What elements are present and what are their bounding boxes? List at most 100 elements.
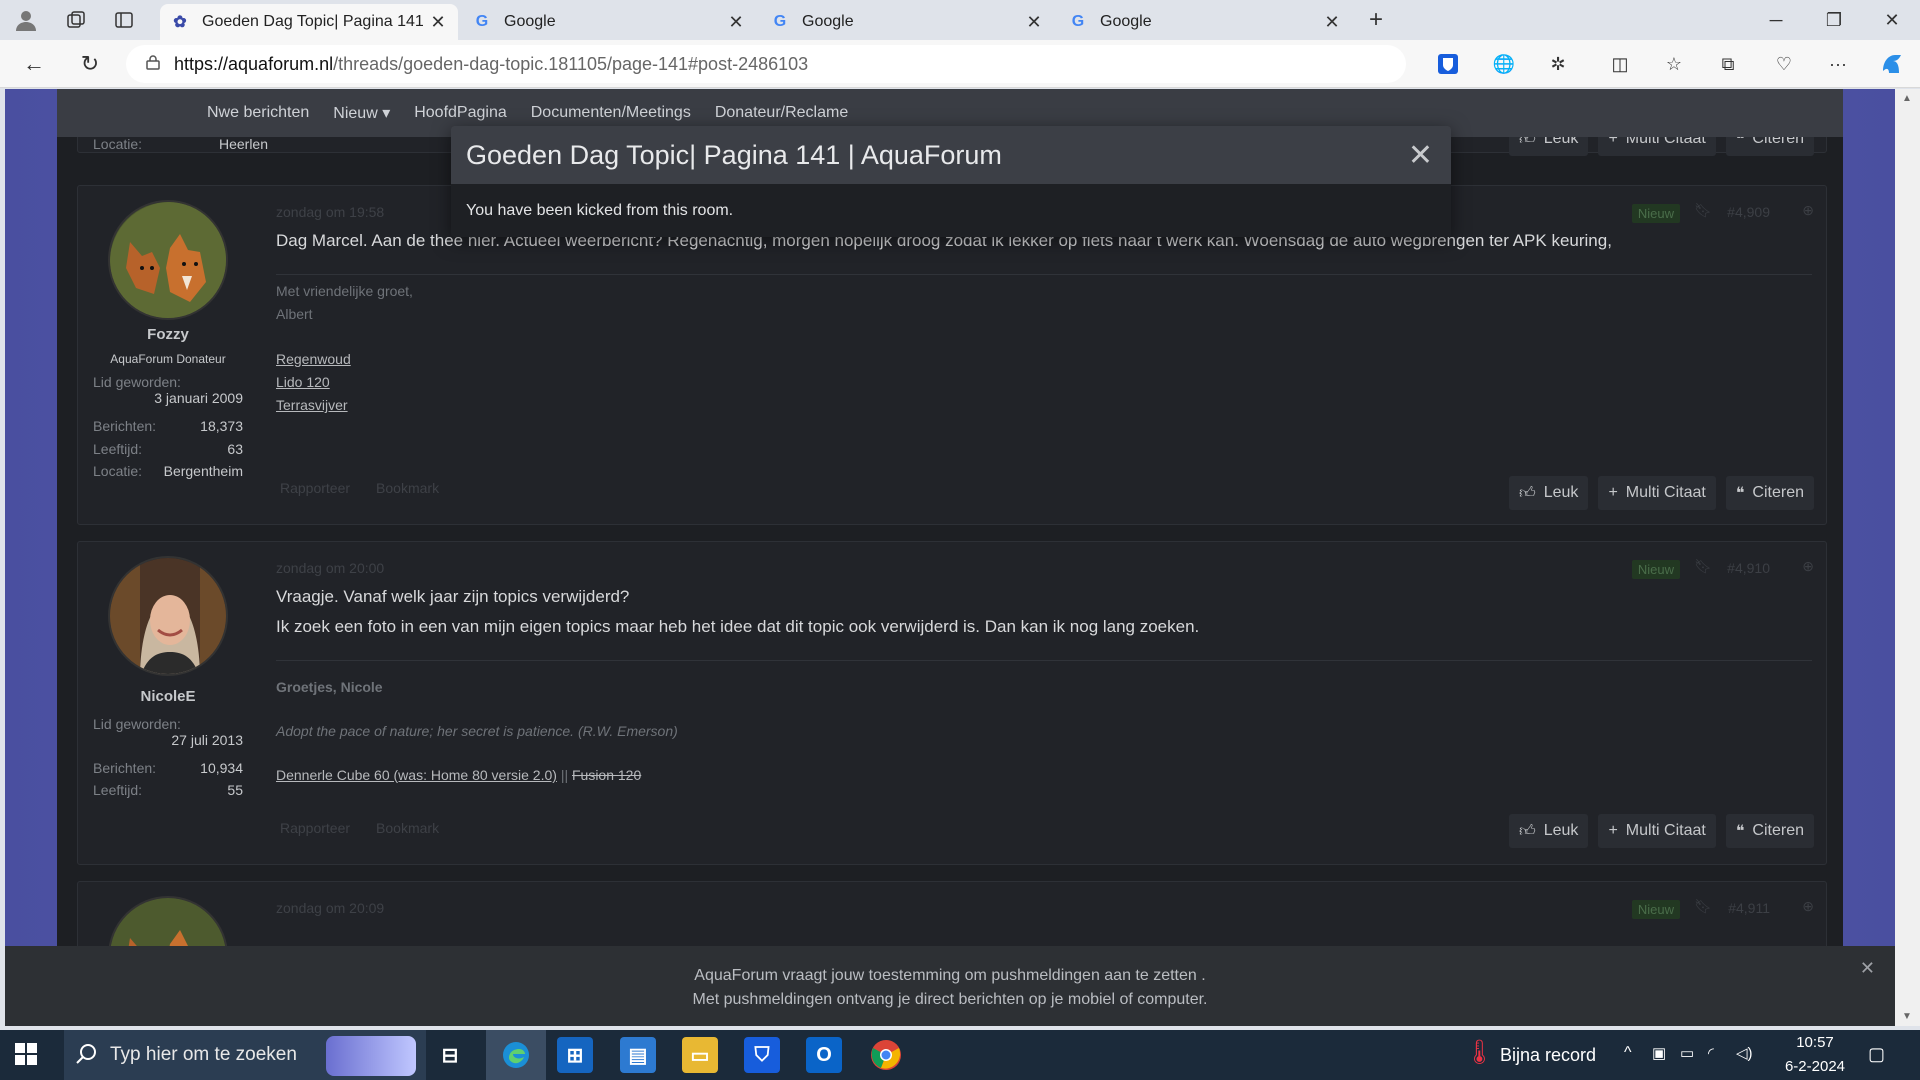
profile-icon[interactable] — [10, 4, 42, 36]
share-icon[interactable]: ⊕ — [1802, 558, 1814, 575]
post-date[interactable]: zondag om 20:09 — [276, 900, 384, 916]
maximize-icon[interactable]: ❐ — [1818, 4, 1850, 36]
split-screen-icon[interactable]: ◫ — [1604, 48, 1636, 80]
signature-divider — [276, 274, 1812, 275]
bitwarden-icon[interactable]: ⛉ — [744, 1037, 780, 1073]
tab-google-2[interactable]: G Google ✕ — [760, 4, 1054, 40]
report-link[interactable]: Rapporteer — [280, 820, 350, 836]
store-icon[interactable]: ⊞ — [557, 1037, 593, 1073]
clock-time[interactable]: 10:57 — [1775, 1034, 1855, 1051]
globe-extension-icon[interactable]: 🌐 — [1488, 48, 1520, 80]
lock-icon[interactable] — [146, 54, 160, 75]
weather-text[interactable]: Bijna record — [1500, 1045, 1596, 1066]
kicked-modal: Goeden Dag Topic| Pagina 141 | AquaForum… — [451, 126, 1451, 237]
nav-donateur[interactable]: Donateur/Reclame — [715, 104, 848, 122]
post-number[interactable]: #4,910 — [1727, 560, 1770, 576]
scroll-up-icon[interactable]: ▲ — [1902, 93, 1912, 104]
sig-links: Dennerle Cube 60 (was: Home 80 versie 2.… — [276, 767, 642, 783]
share-icon[interactable]: ⊕ — [1802, 202, 1814, 219]
sig-link-lido[interactable]: Lido 120 — [276, 374, 330, 390]
browser-essentials-icon[interactable]: ♡ — [1768, 48, 1800, 80]
tab-google-1[interactable]: G Google ✕ — [462, 4, 756, 40]
battery-icon[interactable]: ▭ — [1680, 1044, 1694, 1062]
post-date[interactable]: zondag om 19:58 — [276, 204, 384, 220]
back-icon[interactable]: ← — [18, 48, 50, 80]
like-button[interactable]: 👍︎ Leuk — [1509, 476, 1589, 510]
tray-app-icon[interactable]: ▣ — [1652, 1044, 1666, 1062]
favorites-icon[interactable]: ☆ — [1658, 48, 1690, 80]
copilot-icon[interactable] — [1876, 48, 1908, 80]
post-date[interactable]: zondag om 20:00 — [276, 560, 384, 576]
close-tab-icon[interactable]: ✕ — [1322, 12, 1342, 33]
wifi-icon[interactable]: ◜ — [1708, 1044, 1714, 1062]
avatar-nicolee[interactable] — [108, 556, 228, 676]
tab-title: Google — [504, 13, 556, 30]
tray-chevron-up-icon[interactable]: ^ — [1624, 1044, 1632, 1062]
new-badge: Nieuw — [1631, 900, 1680, 919]
tab-aquaforum[interactable]: ✿ Goeden Dag Topic| Pagina 141 | A ✕ — [160, 4, 458, 40]
like-button[interactable]: 👍︎ Leuk — [1509, 814, 1589, 848]
more-icon[interactable]: ··· — [1822, 48, 1854, 80]
chrome-icon[interactable] — [868, 1037, 904, 1073]
address-bar[interactable]: https://aquaforum.nl/threads/goeden-dag-… — [126, 45, 1406, 83]
bookmark-icon[interactable]: 🔖︎ — [1694, 898, 1712, 915]
post-number[interactable]: #4,909 — [1727, 204, 1770, 220]
bookmark-link[interactable]: Bookmark — [376, 820, 439, 836]
quote-button[interactable]: ❝ Citeren — [1725, 814, 1814, 848]
new-tab-icon[interactable]: + — [1360, 4, 1392, 36]
modal-title: Goeden Dag Topic| Pagina 141 | AquaForum — [451, 126, 1451, 184]
extensions-icon[interactable]: ✲ — [1542, 48, 1574, 80]
bookmark-icon[interactable]: 🔖︎ — [1694, 558, 1712, 575]
volume-icon[interactable]: ◁) — [1736, 1044, 1753, 1062]
collections-icon[interactable]: ⧉ — [1712, 48, 1744, 80]
post-body-line-2: Ik zoek een foto in een van mijn eigen t… — [276, 617, 1200, 636]
multi-quote-button[interactable]: + Multi Citaat — [1598, 814, 1716, 848]
task-view-icon[interactable]: ⊟ — [432, 1037, 468, 1073]
username[interactable]: NicoleE — [78, 688, 258, 705]
sig-link-fusion[interactable]: Fusion 120 — [572, 767, 641, 783]
google-favicon-icon: G — [773, 13, 787, 30]
modal-close-icon[interactable]: ✕ — [1408, 138, 1433, 173]
signature-divider — [276, 660, 1812, 661]
share-icon[interactable]: ⊕ — [1802, 898, 1814, 915]
bitwarden-extension-icon[interactable] — [1432, 48, 1464, 80]
close-tab-icon[interactable]: ✕ — [726, 12, 746, 33]
multi-quote-button[interactable]: + Multi Citaat — [1598, 476, 1716, 510]
notifications-icon[interactable]: ▢ — [1868, 1044, 1885, 1065]
workspaces-icon[interactable] — [60, 4, 92, 36]
close-tab-icon[interactable]: ✕ — [428, 12, 448, 33]
tab-title: Goeden Dag Topic| Pagina 141 | A — [202, 13, 428, 30]
avatar-fozzy[interactable] — [108, 200, 228, 320]
post-buttons: 👍︎ Leuk + Multi Citaat ❝ Citeren — [1509, 476, 1814, 510]
minimize-icon[interactable]: ─ — [1760, 4, 1792, 36]
sig-link-dennerle[interactable]: Dennerle Cube 60 (was: Home 80 versie 2.… — [276, 767, 557, 783]
post-number[interactable]: #4,911 — [1728, 900, 1770, 916]
tab-google-3[interactable]: G Google ✕ — [1058, 4, 1352, 40]
bookmark-link[interactable]: Bookmark — [376, 480, 439, 496]
report-link[interactable]: Rapporteer — [280, 480, 350, 496]
taskbar-search[interactable]: Typ hier om te zoeken — [64, 1030, 426, 1080]
sig-link-terrasvijver[interactable]: Terrasvijver — [276, 397, 348, 413]
edge-taskbar-icon[interactable] — [486, 1030, 546, 1080]
clock-date[interactable]: 6-2-2024 — [1775, 1058, 1855, 1075]
nav-new-posts[interactable]: Nwe berichten — [207, 104, 309, 122]
outlook-icon[interactable]: O — [806, 1037, 842, 1073]
username[interactable]: Fozzy — [78, 326, 258, 343]
file-explorer-icon[interactable]: ▭ — [682, 1037, 718, 1073]
close-tab-icon[interactable]: ✕ — [1024, 12, 1044, 33]
push-close-icon[interactable]: ✕ — [1860, 956, 1875, 980]
sig-link-regenwoud[interactable]: Regenwoud — [276, 351, 351, 367]
windows-start-icon[interactable] — [14, 1042, 38, 1071]
scroll-down-icon[interactable]: ▼ — [1902, 1011, 1912, 1022]
news-icon[interactable]: ▤ — [620, 1037, 656, 1073]
weather-thermometer-icon[interactable]: 🌡︎ — [1464, 1038, 1494, 1067]
refresh-icon[interactable]: ↻ — [74, 48, 106, 80]
bookmark-icon[interactable]: 🔖︎ — [1694, 202, 1712, 219]
nav-new-dropdown[interactable]: Nieuw ▾ — [333, 103, 390, 123]
nav-documents[interactable]: Documenten/Meetings — [531, 104, 691, 122]
quote-button[interactable]: ❝ Citeren — [1725, 476, 1814, 510]
tab-actions-icon[interactable] — [108, 4, 140, 36]
page-scrollbar[interactable]: ▲ ▼ — [1895, 89, 1920, 1026]
nav-home[interactable]: HoofdPagina — [414, 104, 507, 122]
close-window-icon[interactable]: ✕ — [1876, 4, 1908, 36]
